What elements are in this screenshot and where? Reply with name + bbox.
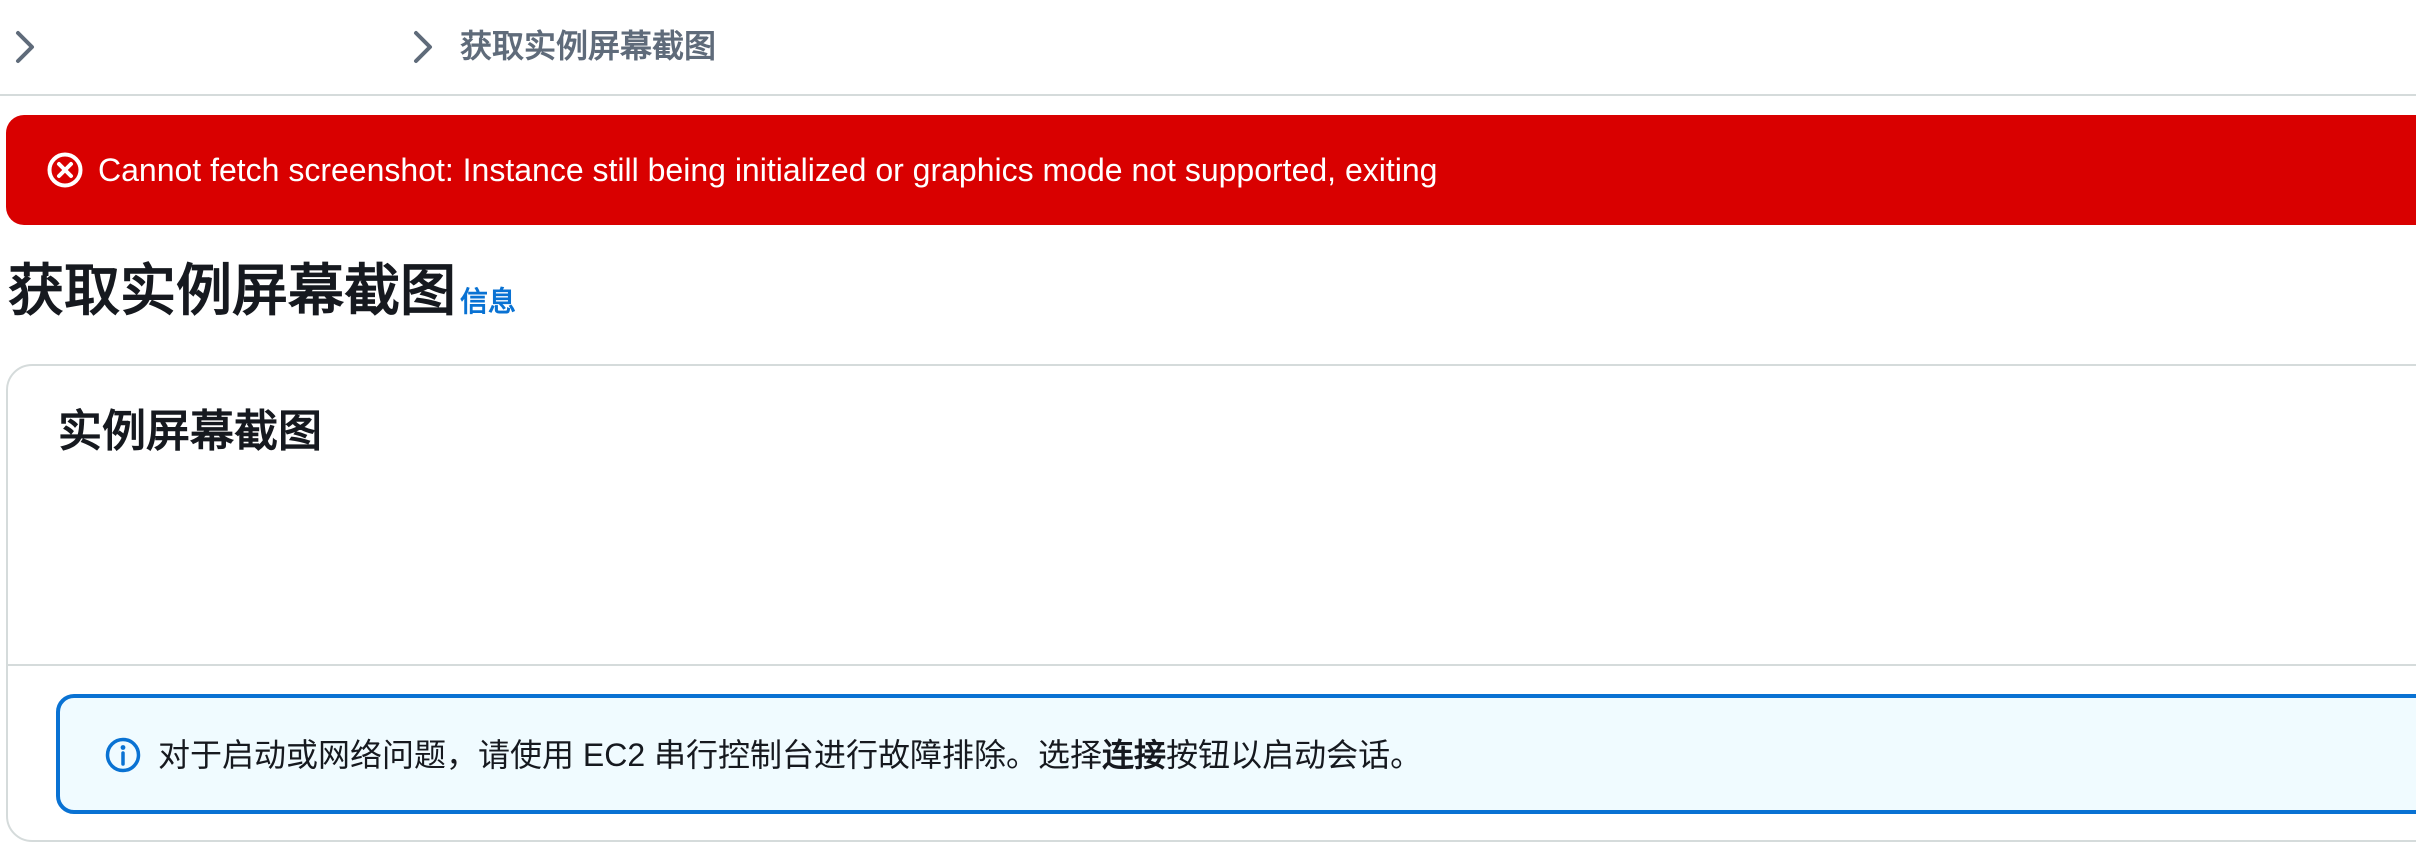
info-alert-text: 对于启动或网络问题，请使用 EC2 串行控制台进行故障排除。选择连接按钮以启动会… [158,735,1422,775]
serial-console-info-alert: 对于启动或网络问题，请使用 EC2 串行控制台进行故障排除。选择连接按钮以启动会… [56,694,2416,814]
screenshot-panel: 实例屏幕截图 对于启动或网络问题，请使用 EC2 串行控制台进行故障排除。选择连… [6,364,2416,842]
info-alert-text-before: 对于启动或网络问题，请使用 EC2 串行控制台进行故障排除。选择 [158,737,1103,773]
info-link[interactable]: 信息 [460,282,516,322]
breadcrumb-current-page: 获取实例屏幕截图 [460,28,717,64]
breadcrumb-divider [0,94,2416,96]
page-title: 获取实例屏幕截图 [8,259,456,322]
error-message: Cannot fetch screenshot: Instance still … [98,152,1438,188]
info-alert-text-after: 按钮以启动会话。 [1166,737,1423,773]
panel-divider [8,664,2416,666]
error-flashbar: Cannot fetch screenshot: Instance still … [6,115,2416,225]
breadcrumb-expand-chevron-icon[interactable] [14,30,36,64]
error-circle-icon [46,151,84,189]
breadcrumb-separator-icon [412,30,434,64]
info-alert-text-connect: 连接 [1102,737,1167,773]
panel-title: 实例屏幕截图 [58,407,322,456]
info-circle-icon [104,736,142,774]
